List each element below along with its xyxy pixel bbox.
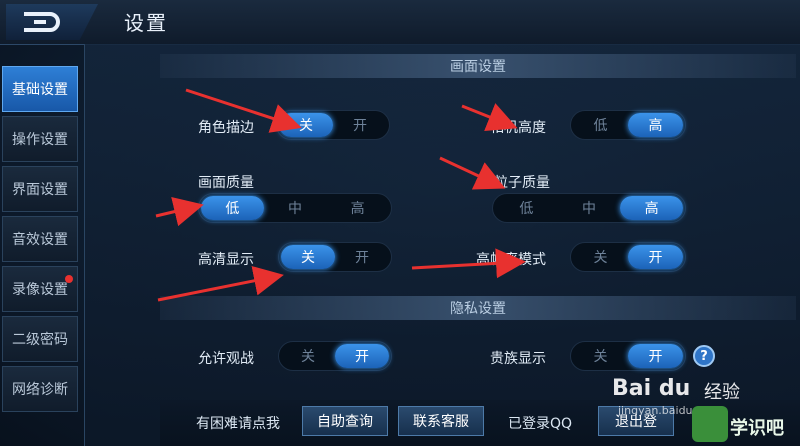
annotation-arrow [185, 88, 302, 133]
watermark-badge-icon [692, 406, 728, 442]
annotation-arrow [157, 265, 284, 302]
annotation-arrow [411, 248, 526, 279]
watermark-brand: Bai du [612, 376, 691, 401]
annotation-arrow [461, 103, 518, 132]
annotation-arrow [155, 196, 204, 227]
watermark: Bai du 经验 jingyan.baidu.com 学识吧 [612, 356, 800, 446]
watermark-brand-sub: 经验 [704, 382, 740, 403]
watermark-extra: 学识吧 [730, 418, 784, 439]
annotation-arrow [439, 156, 506, 190]
